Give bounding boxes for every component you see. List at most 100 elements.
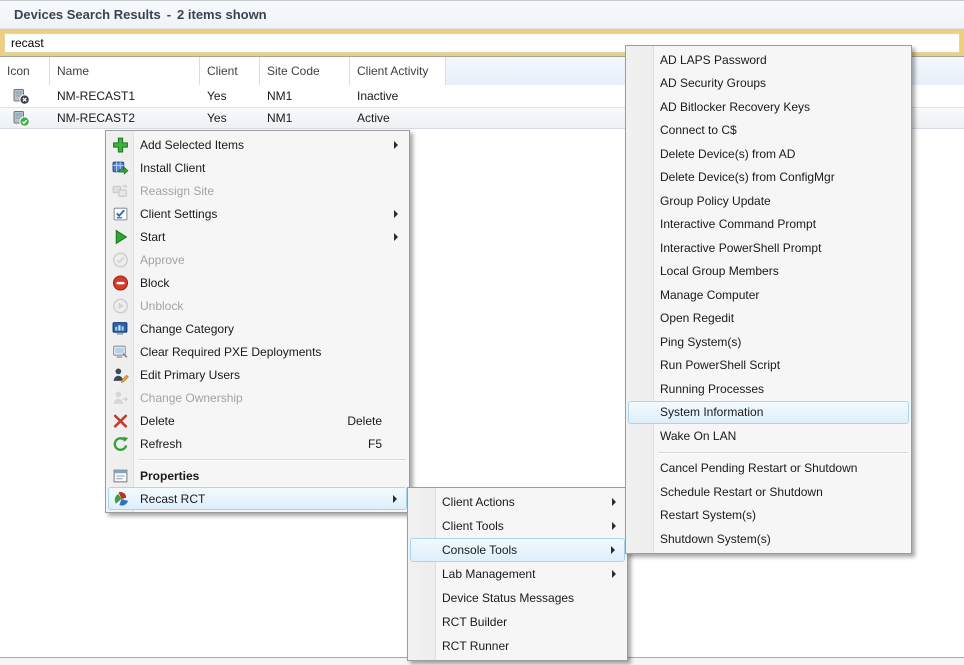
menu-item-edit-primary-users[interactable]: Edit Primary Users (108, 363, 407, 386)
menu-item-rct-builder[interactable]: RCT Builder (410, 610, 625, 634)
menu-item-ping-system-s[interactable]: Ping System(s) (628, 330, 909, 354)
menu-item-change-category[interactable]: Change Category (108, 317, 407, 340)
menu-item-wake-on-lan[interactable]: Wake On LAN (628, 424, 909, 448)
menu-item-recast-rct[interactable]: Recast RCT (108, 487, 407, 510)
menu-item-label: Reassign Site (140, 184, 214, 198)
menu-item-rct-runner[interactable]: RCT Runner (410, 634, 625, 658)
submenu-arrow-icon (612, 570, 616, 578)
menu-item-label: Schedule Restart or Shutdown (660, 485, 823, 499)
menu-item-block[interactable]: Block (108, 271, 407, 294)
menu-item-label: Block (140, 276, 169, 290)
column-header-site-code[interactable]: Site Code (260, 57, 350, 85)
menu-item-reassign-site: Reassign Site (108, 179, 407, 202)
menu-item-lab-management[interactable]: Lab Management (410, 562, 625, 586)
menu-item-group-policy-update[interactable]: Group Policy Update (628, 189, 909, 213)
menu-item-interactive-command-prompt[interactable]: Interactive Command Prompt (628, 213, 909, 237)
menu-item-device-status-messages[interactable]: Device Status Messages (410, 586, 625, 610)
menu-item-console-tools[interactable]: Console Tools (410, 538, 625, 562)
menu-item-running-processes[interactable]: Running Processes (628, 377, 909, 401)
menu-item-ad-laps-password[interactable]: AD LAPS Password (628, 48, 909, 72)
menu-item-label: RCT Runner (442, 639, 509, 653)
device-active-icon (13, 110, 30, 127)
menu-item-label: Add Selected Items (140, 138, 244, 152)
page-title: Devices Search Results (14, 7, 161, 22)
menu-item-label: Running Processes (660, 382, 764, 396)
menu-item-delete-device-s-from-ad[interactable]: Delete Device(s) from AD (628, 142, 909, 166)
submenu-arrow-icon (612, 522, 616, 530)
cell-site-code: NM1 (260, 108, 350, 128)
menu-item-connect-to-c[interactable]: Connect to C$ (628, 119, 909, 143)
menu-item-label: Connect to C$ (660, 123, 737, 137)
menu-item-local-group-members[interactable]: Local Group Members (628, 260, 909, 284)
menu-item-interactive-powershell-prompt[interactable]: Interactive PowerShell Prompt (628, 236, 909, 260)
change-category-icon (112, 320, 129, 337)
pane-header: Devices Search Results - 2 items shown (0, 1, 964, 29)
menu-separator (139, 455, 406, 464)
recast-icon (113, 490, 130, 507)
refresh-icon (112, 435, 129, 452)
menu-item-label: Client Settings (140, 207, 217, 221)
menu-item-label: Ping System(s) (660, 335, 741, 349)
menu-item-label: Client Actions (442, 495, 515, 509)
menu-item-label: Client Tools (442, 519, 504, 533)
menu-item-label: Device Status Messages (442, 591, 574, 605)
menu-item-delete-device-s-from-configmgr[interactable]: Delete Device(s) from ConfigMgr (628, 166, 909, 190)
shortcut-label: F5 (368, 437, 382, 451)
column-header-client[interactable]: Client (200, 57, 260, 85)
column-header-icon[interactable]: Icon (0, 57, 50, 85)
menu-item-system-information[interactable]: System Information (628, 401, 909, 425)
add-icon (112, 136, 129, 153)
menu-item-label: Unblock (140, 299, 183, 313)
menu-item-ad-bitlocker-recovery-keys[interactable]: AD Bitlocker Recovery Keys (628, 95, 909, 119)
change-ownership-icon (112, 389, 129, 406)
menu-item-label: System Information (660, 405, 763, 419)
menu-item-add-selected-items[interactable]: Add Selected Items (108, 133, 407, 156)
menu-item-start[interactable]: Start (108, 225, 407, 248)
menu-item-label: Group Policy Update (660, 194, 771, 208)
column-header-client-activity[interactable]: Client Activity (350, 57, 446, 85)
menu-item-label: Edit Primary Users (140, 368, 240, 382)
menu-item-cancel-pending-restart-or-shutdown[interactable]: Cancel Pending Restart or Shutdown (628, 457, 909, 481)
menu-separator (659, 448, 908, 457)
menu-item-label: Start (140, 230, 165, 244)
menu-item-label: Delete Device(s) from AD (660, 147, 795, 161)
menu-item-refresh[interactable]: Refresh F5 (108, 432, 407, 455)
menu-item-delete[interactable]: DeleteDelete (108, 409, 407, 432)
menu-item-install-client[interactable]: Install Client (108, 156, 407, 179)
menu-item-open-regedit[interactable]: Open Regedit (628, 307, 909, 331)
approve-icon (112, 251, 129, 268)
menu-item-schedule-restart-or-shutdown[interactable]: Schedule Restart or Shutdown (628, 480, 909, 504)
device-inactive-icon (13, 88, 30, 105)
cell-client-activity: Inactive (350, 85, 446, 107)
menu-item-ad-security-groups[interactable]: AD Security Groups (628, 72, 909, 96)
menu-item-client-settings[interactable]: Client Settings (108, 202, 407, 225)
menu-item-unblock: Unblock (108, 294, 407, 317)
menu-item-label: AD Security Groups (660, 76, 766, 90)
menu-item-label: Change Category (140, 322, 234, 336)
menu-item-client-actions[interactable]: Client Actions (410, 490, 625, 514)
devices-search-results-pane: Devices Search Results - 2 items shown I… (0, 0, 964, 665)
menu-item-clear-required-pxe-deployments[interactable]: Clear Required PXE Deployments (108, 340, 407, 363)
menu-item-label: Refresh (140, 437, 182, 451)
menu-item-run-powershell-script[interactable]: Run PowerShell Script (628, 354, 909, 378)
menu-item-properties[interactable]: Properties (108, 464, 407, 487)
menu-item-label: Properties (140, 469, 199, 483)
column-header-name[interactable]: Name (50, 57, 200, 85)
menu-item-label: Interactive Command Prompt (660, 217, 816, 231)
menu-item-label: AD LAPS Password (660, 53, 767, 67)
menu-item-manage-computer[interactable]: Manage Computer (628, 283, 909, 307)
menu-item-label: RCT Builder (442, 615, 507, 629)
recast-rct-submenu: Client Actions Client Tools Console Tools L… (407, 487, 628, 661)
cell-client: Yes (200, 85, 260, 107)
menu-item-shutdown-system-s[interactable]: Shutdown System(s) (628, 527, 909, 551)
menu-item-label: Lab Management (442, 567, 535, 581)
menu-item-restart-system-s[interactable]: Restart System(s) (628, 504, 909, 528)
menu-item-client-tools[interactable]: Client Tools (410, 514, 625, 538)
unblock-icon (112, 297, 129, 314)
cell-name: NM-RECAST2 (50, 108, 200, 128)
cell-icon (0, 108, 50, 128)
menu-item-label: Clear Required PXE Deployments (140, 345, 321, 359)
cell-client-activity: Active (350, 108, 446, 128)
context-menu: Add Selected Items Install Client Reassign… (105, 130, 410, 513)
console-tools-submenu: AD LAPS Password AD Security Groups AD Bit… (625, 45, 912, 554)
